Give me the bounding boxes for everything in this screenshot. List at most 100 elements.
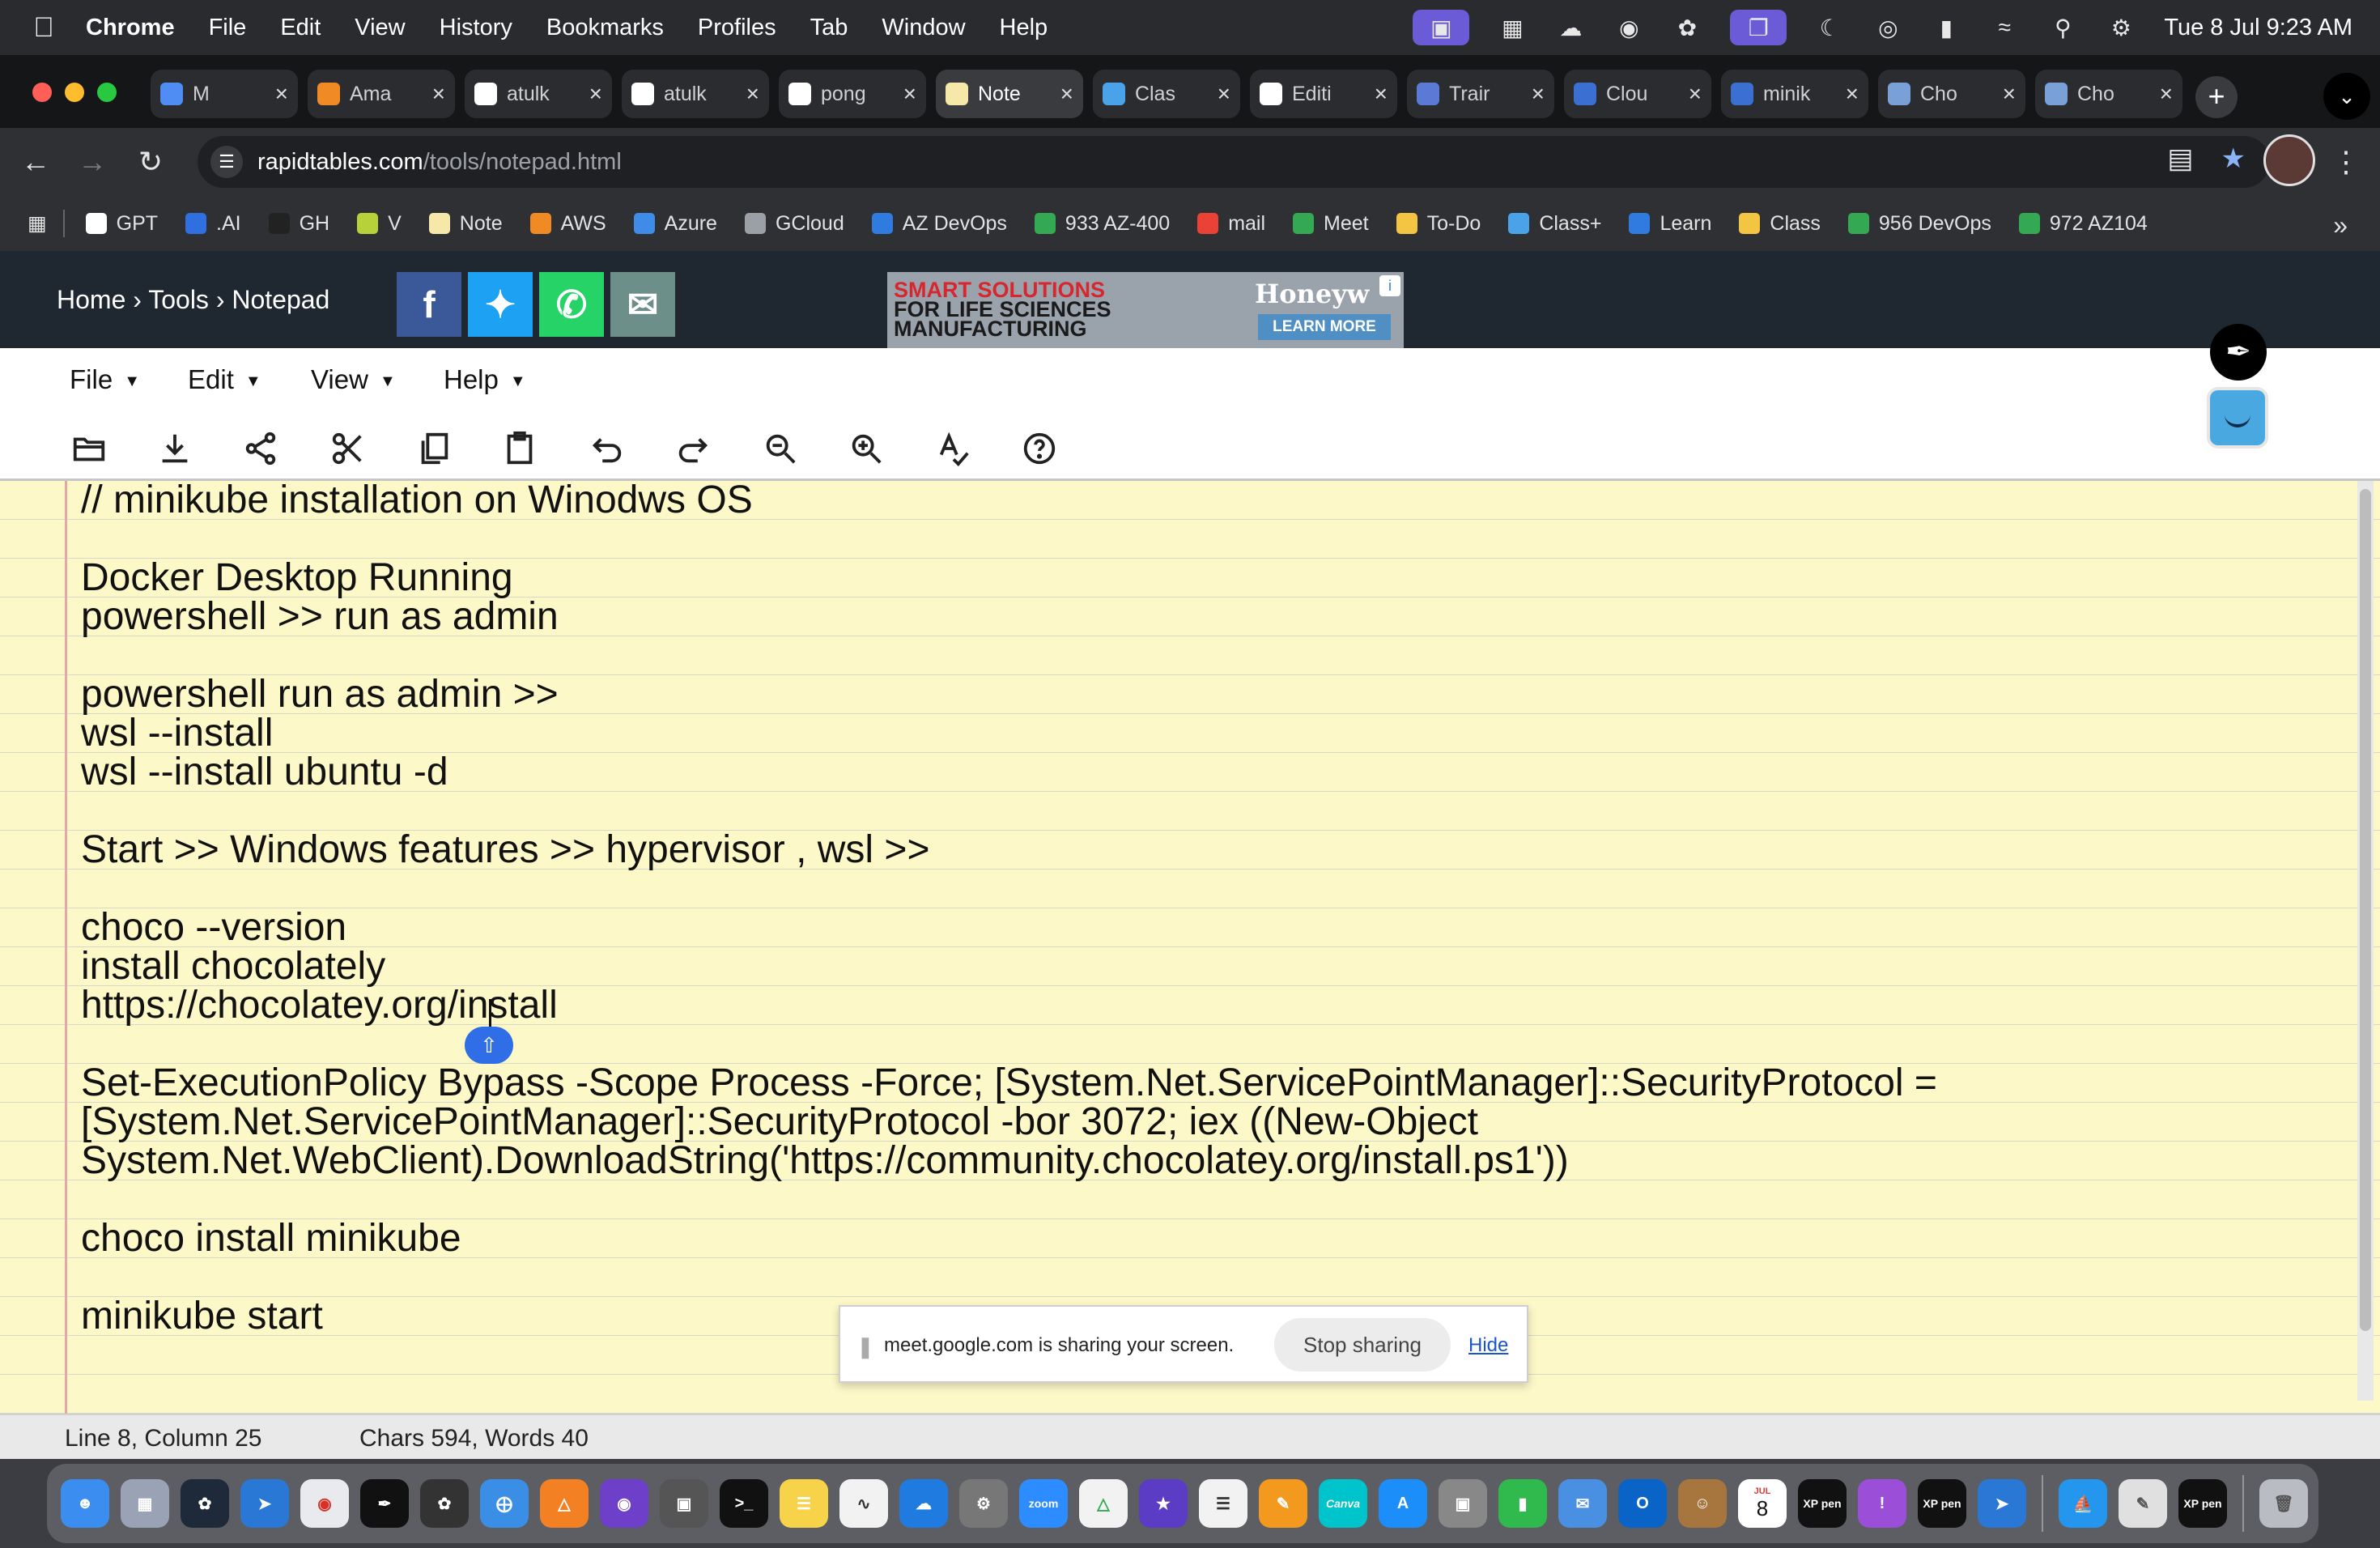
menu-tab[interactable]: Tab [810,15,848,41]
preview-icon[interactable]: ▣ [1439,1479,1487,1528]
ad-info-icon[interactable]: i [1379,275,1400,296]
browser-tab[interactable]: pong × [779,70,926,118]
browser-tab[interactable]: atulk × [465,70,612,118]
bookmark-star-icon[interactable]: ★ [2221,142,2246,175]
close-tab-icon[interactable]: × [2003,81,2016,107]
menu-help[interactable]: Help [1000,15,1048,41]
vscode-icon-2[interactable]: ➤ [1978,1479,2026,1528]
browser-tab[interactable]: Trair × [1407,70,1554,118]
editor-line[interactable] [81,1025,2267,1064]
smile-widget-icon[interactable] [2210,390,2265,445]
freeform-icon[interactable]: ∿ [839,1479,888,1528]
menu-window[interactable]: Window [882,15,965,41]
editor-line[interactable]: Set-ExecutionPolicy Bypass -Scope Proces… [81,1064,2267,1103]
notepad-menu-help[interactable]: Help ▼ [444,364,526,395]
editor-line[interactable] [81,1258,2267,1297]
vertical-scrollbar[interactable] [2357,481,2374,1401]
forward-arrow-icon[interactable]: → [73,142,112,181]
bookmark-item[interactable]: Class [1739,212,1821,236]
ad-learn-more-button[interactable]: LEARN MORE [1258,314,1391,340]
browser-tab[interactable]: Cho × [1878,70,2025,118]
close-tab-icon[interactable]: × [275,81,288,107]
bookmark-item[interactable]: 933 AZ-400 [1034,212,1170,236]
mail-icon[interactable]: ✉ [1558,1479,1607,1528]
caret-handle-icon[interactable]: ⇧ [465,1027,513,1064]
editor-line[interactable]: Docker Desktop Running [81,559,2267,598]
notepad-menu-edit[interactable]: Edit ▼ [188,364,261,395]
address-bar[interactable]: ☰ rapidtables.com/tools/notepad.html ▤ ★ [198,136,2270,188]
menu-profiles[interactable]: Profiles [698,15,776,41]
xp-pen-app-icon-3[interactable]: XP pen [2178,1479,2227,1528]
battery-icon[interactable]: ▮ [1931,12,1961,43]
google-drive-icon[interactable]: △ [1079,1479,1128,1528]
notepad-menu-view[interactable]: View ▼ [311,364,396,395]
zoom-in-icon[interactable] [842,424,890,473]
editor-line[interactable] [81,792,2267,831]
search-icon[interactable]: ⚲ [2047,12,2078,43]
calendar-icon[interactable]: JUL 8 [1738,1479,1787,1528]
github-desktop-icon[interactable]: ◉ [600,1479,648,1528]
xp-pen-app-icon-2[interactable]: XP pen [1918,1479,1966,1528]
new-tab-button[interactable]: + [2195,76,2238,118]
openai-icon[interactable]: ✿ [1672,12,1702,43]
bookmark-item[interactable]: Azure [633,212,717,236]
bookmark-item[interactable]: AZ DevOps [871,212,1007,236]
zoom-window-icon[interactable] [97,83,117,102]
onedrive-icon[interactable]: ☁ [899,1479,948,1528]
bookmark-item[interactable]: mail [1197,212,1265,236]
notepad-editor[interactable]: // minikube installation on Winodws OS Do… [0,481,2380,1414]
tab-search-chevron-icon[interactable]: ⌄ [2323,73,2370,120]
chrome-icon[interactable]: ◉ [300,1479,349,1528]
editor-line[interactable]: // minikube installation on Winodws OS [81,481,2267,520]
editor-text[interactable]: // minikube installation on Winodws OS Do… [81,481,2267,1336]
terminal-icon[interactable]: >_ [720,1479,768,1528]
editor-line[interactable] [81,520,2267,559]
bookmark-item[interactable]: Meet [1293,212,1369,236]
install-app-icon[interactable]: ▤ [2167,142,2193,175]
facebook-share-icon[interactable]: f [397,272,461,337]
docker-icon[interactable]: ⛵ [2059,1479,2107,1528]
download-icon[interactable] [151,424,199,473]
back-arrow-icon[interactable]: ← [16,142,55,181]
more-bookmarks-icon[interactable]: » [2333,211,2348,240]
safari-icon[interactable]: ⨁ [480,1479,529,1528]
launchpad-icon[interactable]: ▦ [121,1479,169,1528]
zoom-icon[interactable]: zoom [1019,1479,1068,1528]
contacts-icon[interactable]: ☺ [1678,1479,1727,1528]
email-share-icon[interactable]: ✉ [610,272,675,337]
menu-file[interactable]: File [209,15,247,41]
moon-icon[interactable]: ☾ [1814,12,1845,43]
finder-icon[interactable]: ☻ [61,1479,109,1528]
notepad-menu-file[interactable]: File ▼ [70,364,140,395]
cloud-icon[interactable]: ☁ [1555,12,1586,43]
one-password-icon[interactable]: ◉ [1613,12,1644,43]
browser-tab[interactable]: Cho × [2035,70,2182,118]
bookmark-item[interactable]: GCloud [744,212,844,236]
copy-icon[interactable] [410,424,458,473]
advertisement-banner[interactable]: SMART SOLUTIONS FOR LIFE SCIENCES MANUFA… [887,272,1404,353]
screenshot-icon[interactable]: ▣ [660,1479,708,1528]
reminders-icon[interactable]: ☰ [1199,1479,1247,1528]
breadcrumb[interactable]: Home › Tools › Notepad [57,285,329,315]
bookmark-item[interactable]: Class+ [1508,212,1601,236]
trash-icon[interactable]: 🗑 [2259,1479,2308,1528]
editor-line[interactable]: System.Net.WebClient).DownloadString('ht… [81,1142,2267,1180]
notes-icon[interactable]: ☰ [780,1479,828,1528]
profile-avatar[interactable] [2263,134,2315,186]
airdrop-icon[interactable]: ◎ [1872,12,1903,43]
vscode-icon[interactable]: ➤ [240,1479,289,1528]
minimize-window-icon[interactable] [65,83,84,102]
feedback-icon[interactable]: ! [1858,1479,1906,1528]
open-folder-icon[interactable] [65,424,113,473]
apps-grid-icon[interactable]: ▦ [28,211,47,236]
star-app-icon[interactable]: ★ [1139,1479,1188,1528]
site-info-icon[interactable]: ☰ [210,146,243,178]
git-app-icon[interactable]: △ [540,1479,589,1528]
pages-icon[interactable]: ✎ [1259,1479,1307,1528]
pen-tool-icon[interactable]: ✒ [2210,324,2267,381]
wifi-icon[interactable]: ≈ [1989,12,2020,43]
browser-tab[interactable]: Clou × [1564,70,1711,118]
editor-line[interactable]: wsl --install [81,714,2267,753]
editor-line[interactable] [81,1180,2267,1219]
bookmark-item[interactable]: To-Do [1396,212,1481,236]
